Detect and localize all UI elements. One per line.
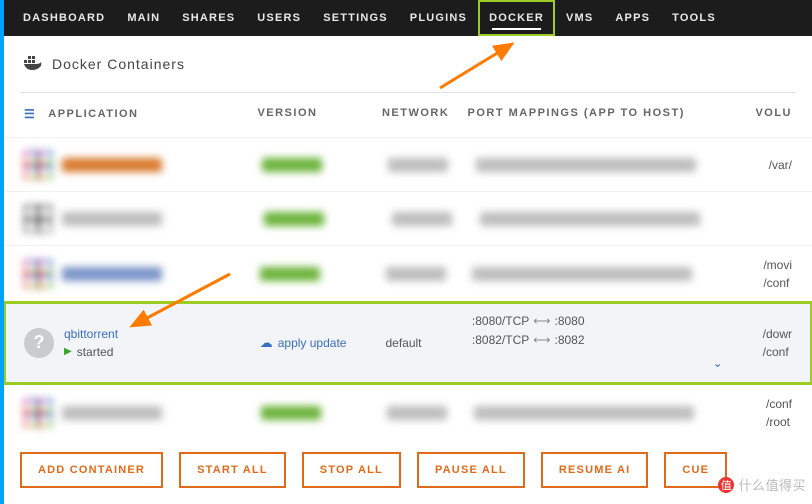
nav-dashboard[interactable]: DASHBOARD (12, 0, 116, 36)
network-cell: default (385, 336, 471, 350)
container-icon (24, 399, 52, 427)
watermark-text: 什么值得买 (738, 475, 806, 494)
watermark: 值 什么值得买 (718, 475, 806, 494)
table-row[interactable] (4, 191, 812, 245)
top-nav: DASHBOARD MAIN SHARES USERS SETTINGS PLU… (4, 0, 812, 36)
apply-update-link[interactable]: ☁ apply update (260, 335, 386, 351)
col-port-mappings[interactable]: PORT MAPPINGS (APP TO HOST) (468, 107, 756, 121)
blurred-text (62, 158, 162, 172)
section-title: Docker Containers (52, 56, 185, 72)
port-host: :8082 (554, 333, 584, 347)
container-name[interactable]: qbittorrent (64, 327, 118, 341)
table-row[interactable]: /movi /conf (4, 245, 812, 302)
map-arrow-icon: ⟷ (529, 333, 554, 347)
nav-tools[interactable]: TOOLS (661, 0, 727, 36)
blurred-text (388, 158, 448, 172)
nav-users[interactable]: USERS (246, 0, 312, 36)
watermark-icon: 值 (718, 477, 734, 493)
blurred-text (476, 158, 696, 172)
add-container-button[interactable]: ADD CONTAINER (20, 452, 163, 488)
container-icon (24, 205, 52, 233)
blurred-text (62, 212, 162, 226)
blurred-text (262, 158, 322, 172)
col-volume[interactable]: VOLU (755, 107, 792, 121)
nav-underline (492, 28, 541, 30)
blurred-text (472, 267, 692, 281)
port-app: :8082/TCP (472, 333, 529, 347)
volume-cell: /var/ (769, 156, 792, 174)
start-all-button[interactable]: START ALL (179, 452, 286, 488)
table-row[interactable]: /conf /root (4, 384, 812, 441)
list-toggle-icon[interactable]: ☰ (24, 107, 36, 121)
nav-main[interactable]: MAIN (116, 0, 171, 36)
pause-all-button[interactable]: PAUSE ALL (417, 452, 525, 488)
play-icon: ▶ (64, 346, 72, 357)
blurred-text (260, 267, 320, 281)
nav-settings[interactable]: SETTINGS (312, 0, 399, 36)
question-icon: ? (24, 328, 54, 358)
volume-cell: /movi /conf (763, 256, 792, 292)
map-arrow-icon: ⟷ (529, 314, 554, 328)
nav-plugins[interactable]: PLUGINS (399, 0, 478, 36)
volume-cell: /conf /root (766, 395, 792, 431)
table-row[interactable]: /var/ (4, 137, 812, 191)
blurred-text (392, 212, 452, 226)
cloud-download-icon: ☁ (260, 335, 273, 351)
col-version[interactable]: VERSION (257, 107, 382, 121)
nav-docker-label: DOCKER (489, 12, 544, 24)
table-head: ☰ APPLICATION VERSION NETWORK PORT MAPPI… (4, 93, 812, 137)
chevron-down-icon[interactable]: ⌄ (472, 354, 763, 373)
nav-vms[interactable]: VMS (555, 0, 604, 36)
blurred-text (386, 267, 446, 281)
port-host: :8080 (554, 314, 584, 328)
docker-icon (24, 56, 42, 73)
container-status: ▶ started (64, 345, 118, 359)
nav-shares[interactable]: SHARES (171, 0, 246, 36)
left-edge (0, 0, 4, 504)
col-network[interactable]: NETWORK (382, 107, 468, 121)
nav-apps[interactable]: APPS (604, 0, 661, 36)
resume-all-button[interactable]: RESUME AI (541, 452, 649, 488)
blurred-text (261, 406, 321, 420)
stop-all-button[interactable]: STOP ALL (302, 452, 401, 488)
container-icon (24, 260, 52, 288)
container-icon (24, 151, 52, 179)
status-text: started (77, 345, 114, 359)
section-header: Docker Containers (4, 36, 812, 92)
blurred-text (62, 267, 162, 281)
blurred-text (62, 406, 162, 420)
blurred-text (474, 406, 694, 420)
nav-docker[interactable]: DOCKER (478, 0, 555, 36)
footer-actions: ADD CONTAINER START ALL STOP ALL PAUSE A… (20, 452, 812, 488)
blurred-text (480, 212, 700, 226)
table-row-qbittorrent[interactable]: ? qbittorrent ▶ started ☁ apply update d… (4, 302, 812, 384)
port-cell: :8080/TCP⟷:8080 :8082/TCP⟷:8082 ⌄ (472, 312, 763, 374)
blurred-text (387, 406, 447, 420)
blurred-text (264, 212, 324, 226)
volume-cell: /dowr /conf (763, 325, 792, 361)
apply-update-label: apply update (278, 336, 347, 350)
col-application[interactable]: APPLICATION (48, 108, 138, 120)
port-app: :8080/TCP (472, 314, 529, 328)
